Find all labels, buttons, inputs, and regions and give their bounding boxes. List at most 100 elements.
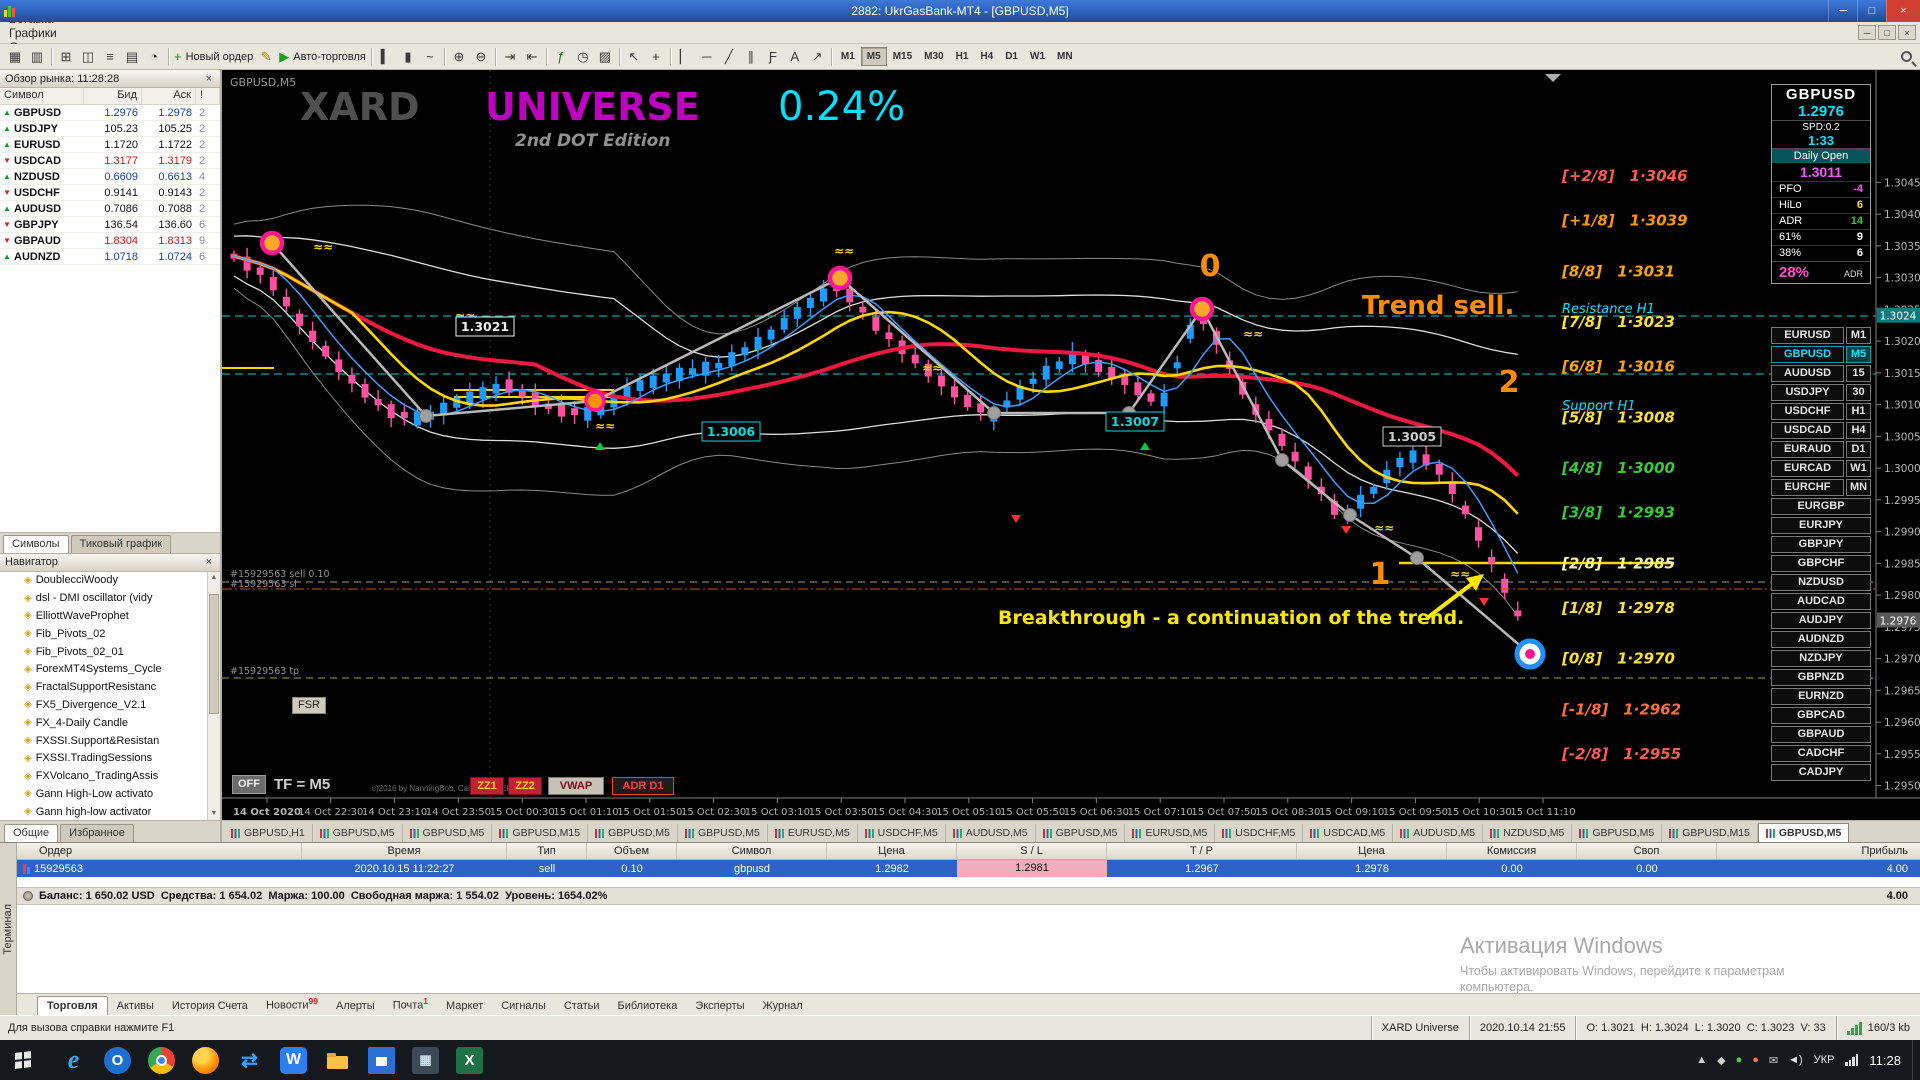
matrix-symbol[interactable]: GBPUSD [1771, 346, 1844, 363]
timeframe-h4-button[interactable]: H4 [974, 47, 999, 66]
market-row[interactable]: ▲ GBPUSD 1.2976 1.2978 2 [0, 105, 220, 121]
minimize-button[interactable]: ─ [1828, 0, 1857, 22]
matrix-symbol[interactable]: AUDCAD [1771, 593, 1871, 610]
templates-icon[interactable]: ▨ [594, 47, 616, 67]
navigator-icon[interactable]: ≡ [99, 47, 121, 67]
chart-tab[interactable]: GBPUSD,M5 [1572, 824, 1663, 842]
browser-icon[interactable]: O [104, 1046, 131, 1074]
matrix-timeframe[interactable]: H1 [1846, 403, 1871, 420]
timeframe-m1-button[interactable]: M1 [835, 47, 861, 66]
firefox-icon[interactable] [192, 1046, 219, 1074]
taskbar-clock[interactable]: 11:28 [1869, 1053, 1901, 1068]
navigator-item[interactable]: ◈ ForexMT4Systems_Cycle [0, 660, 220, 678]
matrix-row[interactable]: NZDJPY [1771, 650, 1871, 667]
market-watch-tab[interactable]: Тиковый график [70, 534, 172, 553]
network-icon[interactable] [1845, 1054, 1859, 1066]
terminal-tab-эксперты[interactable]: Эксперты [686, 997, 753, 1015]
timeframe-m5-button[interactable]: M5 [860, 47, 887, 66]
mdi-restore-button[interactable]: □ [1878, 25, 1896, 40]
matrix-row[interactable]: EURCAD W1 [1771, 460, 1871, 477]
navigator-item[interactable]: ◈ FX_4-Daily Candle [0, 714, 220, 732]
timeframe-w1-button[interactable]: W1 [1024, 47, 1051, 66]
matrix-symbol[interactable]: GBPCAD [1771, 707, 1871, 724]
vwap-button[interactable]: VWAP [548, 777, 604, 795]
show-desktop-button[interactable] [1912, 1040, 1918, 1080]
matrix-row[interactable]: GBPNZD [1771, 669, 1871, 686]
zoom-out-icon[interactable]: ⊖ [470, 47, 492, 67]
market-row[interactable]: ▲ EURUSD 1.1720 1.1722 2 [0, 137, 220, 153]
navigator-scrollbar[interactable]: ▲ ▼ [207, 571, 220, 820]
terminal-column[interactable]: Ордер [17, 843, 302, 859]
matrix-timeframe[interactable]: M1 [1846, 327, 1871, 344]
arrows-icon[interactable]: ↗ [806, 47, 828, 67]
timeframe-m15-button[interactable]: M15 [887, 47, 918, 66]
market-row[interactable]: ▲ USDJPY 105.23 105.25 2 [0, 121, 220, 137]
profiles-icon[interactable]: ▥ [26, 47, 48, 67]
chart-tab[interactable]: NZDUSD,M5 [1483, 824, 1573, 842]
terminal-column[interactable]: Прибыль [1717, 843, 1920, 859]
mdi-close-button[interactable]: × [1898, 25, 1916, 40]
timeframe-m30-button[interactable]: M30 [918, 47, 949, 66]
terminal-column[interactable]: Цена [827, 843, 957, 859]
market-row[interactable]: ▲ AUDUSD 0.7086 0.7088 2 [0, 201, 220, 217]
mail-icon[interactable]: ✉ [1769, 1054, 1778, 1067]
matrix-row[interactable]: GBPCHF [1771, 555, 1871, 572]
fsr-button[interactable]: FSR [292, 697, 326, 714]
terminal-tab-активы[interactable]: Активы [108, 997, 163, 1015]
terminal-tab-новости[interactable]: Новости99 [257, 993, 327, 1015]
calculator-icon[interactable]: ▦ [412, 1046, 439, 1074]
new-order-button[interactable]: + Новый ордер [172, 47, 255, 67]
matrix-row[interactable]: GBPAUD [1771, 726, 1871, 743]
vline-icon[interactable]: ▏ [674, 47, 696, 67]
language-indicator[interactable]: УКР [1814, 1054, 1835, 1066]
metaeditor-icon[interactable]: ✎ [255, 47, 277, 67]
chart-tab[interactable]: AUDUSD,M5 [1393, 824, 1484, 842]
terminal-column[interactable]: Объем [587, 843, 677, 859]
matrix-row[interactable]: EURAUD D1 [1771, 441, 1871, 458]
matrix-row[interactable]: USDCHF H1 [1771, 403, 1871, 420]
chart-tab[interactable]: USDCHF,M5 [1215, 824, 1304, 842]
terminal-tab-сигналы[interactable]: Сигналы [492, 997, 555, 1015]
indicators-icon[interactable]: ƒ [550, 47, 572, 67]
market-watch-column[interactable]: Символ [0, 88, 84, 104]
matrix-timeframe[interactable]: MN [1846, 479, 1871, 496]
matrix-symbol[interactable]: EURNZD [1771, 688, 1871, 705]
status-profile[interactable]: XARD Universe [1370, 1016, 1469, 1040]
scroll-down-icon[interactable]: ▼ [208, 808, 220, 820]
navigator-item[interactable]: ◈ Fib_Pivots_02_01 [0, 643, 220, 661]
matrix-row[interactable]: GBPUSD M5 [1771, 346, 1871, 363]
chart-tab[interactable]: GBPUSD,M5 [1757, 823, 1850, 842]
maximize-button[interactable]: □ [1857, 0, 1886, 22]
crosshair-icon[interactable]: + [645, 47, 667, 67]
off-button[interactable]: OFF [232, 775, 266, 794]
timeframe-h1-button[interactable]: H1 [950, 47, 975, 66]
antivirus-icon[interactable]: ● [1736, 1054, 1743, 1066]
terminal-tab-почта[interactable]: Почта1 [384, 993, 437, 1015]
matrix-row[interactable]: CADCHF [1771, 745, 1871, 762]
market-row[interactable]: ▲ AUDNZD 1.0718 1.0724 6 [0, 249, 220, 265]
zz1-button[interactable]: ZZ1 [470, 777, 504, 795]
navigator-item[interactable]: ◈ FXVolcano_TradingAssis [0, 767, 220, 785]
matrix-symbol[interactable]: AUDUSD [1771, 365, 1844, 382]
matrix-row[interactable]: USDJPY 30 [1771, 384, 1871, 401]
chart-tab[interactable]: GBPUSD,M15 [492, 824, 589, 842]
text-icon[interactable]: A [784, 47, 806, 67]
matrix-symbol[interactable]: EURAUD [1771, 441, 1844, 458]
navigator-item[interactable]: ◈ FXSSI.Support&Resistan [0, 732, 220, 750]
hline-icon[interactable]: ─ [696, 47, 718, 67]
save-app-icon[interactable] [368, 1046, 395, 1074]
chart-tab[interactable]: GBPUSD,M5 [588, 824, 678, 842]
order-row[interactable]: 15929563 2020.10.15 11:22:27 sell 0.10 gbpus… [17, 860, 1920, 877]
matrix-timeframe[interactable]: 15 [1846, 365, 1871, 382]
matrix-row[interactable]: AUDCAD [1771, 593, 1871, 610]
timeframe-d1-button[interactable]: D1 [999, 47, 1024, 66]
navigator-item[interactable]: ◈ FractalSupportResistanc [0, 678, 220, 696]
market-watch-tab[interactable]: Символы [3, 534, 69, 553]
terminal-column[interactable]: S / L [957, 843, 1107, 859]
chart-tab[interactable]: GBPUSD,M15 [1662, 824, 1758, 842]
candles-chart-icon[interactable]: ▮ [397, 47, 419, 67]
channel-icon[interactable]: ∥ [740, 47, 762, 67]
bars-chart-icon[interactable]: ▍ [375, 47, 397, 67]
navigator-item[interactable]: ◈ dsl - DMI oscillator (vidy [0, 589, 220, 607]
market-watch-close-icon[interactable]: × [203, 73, 215, 85]
